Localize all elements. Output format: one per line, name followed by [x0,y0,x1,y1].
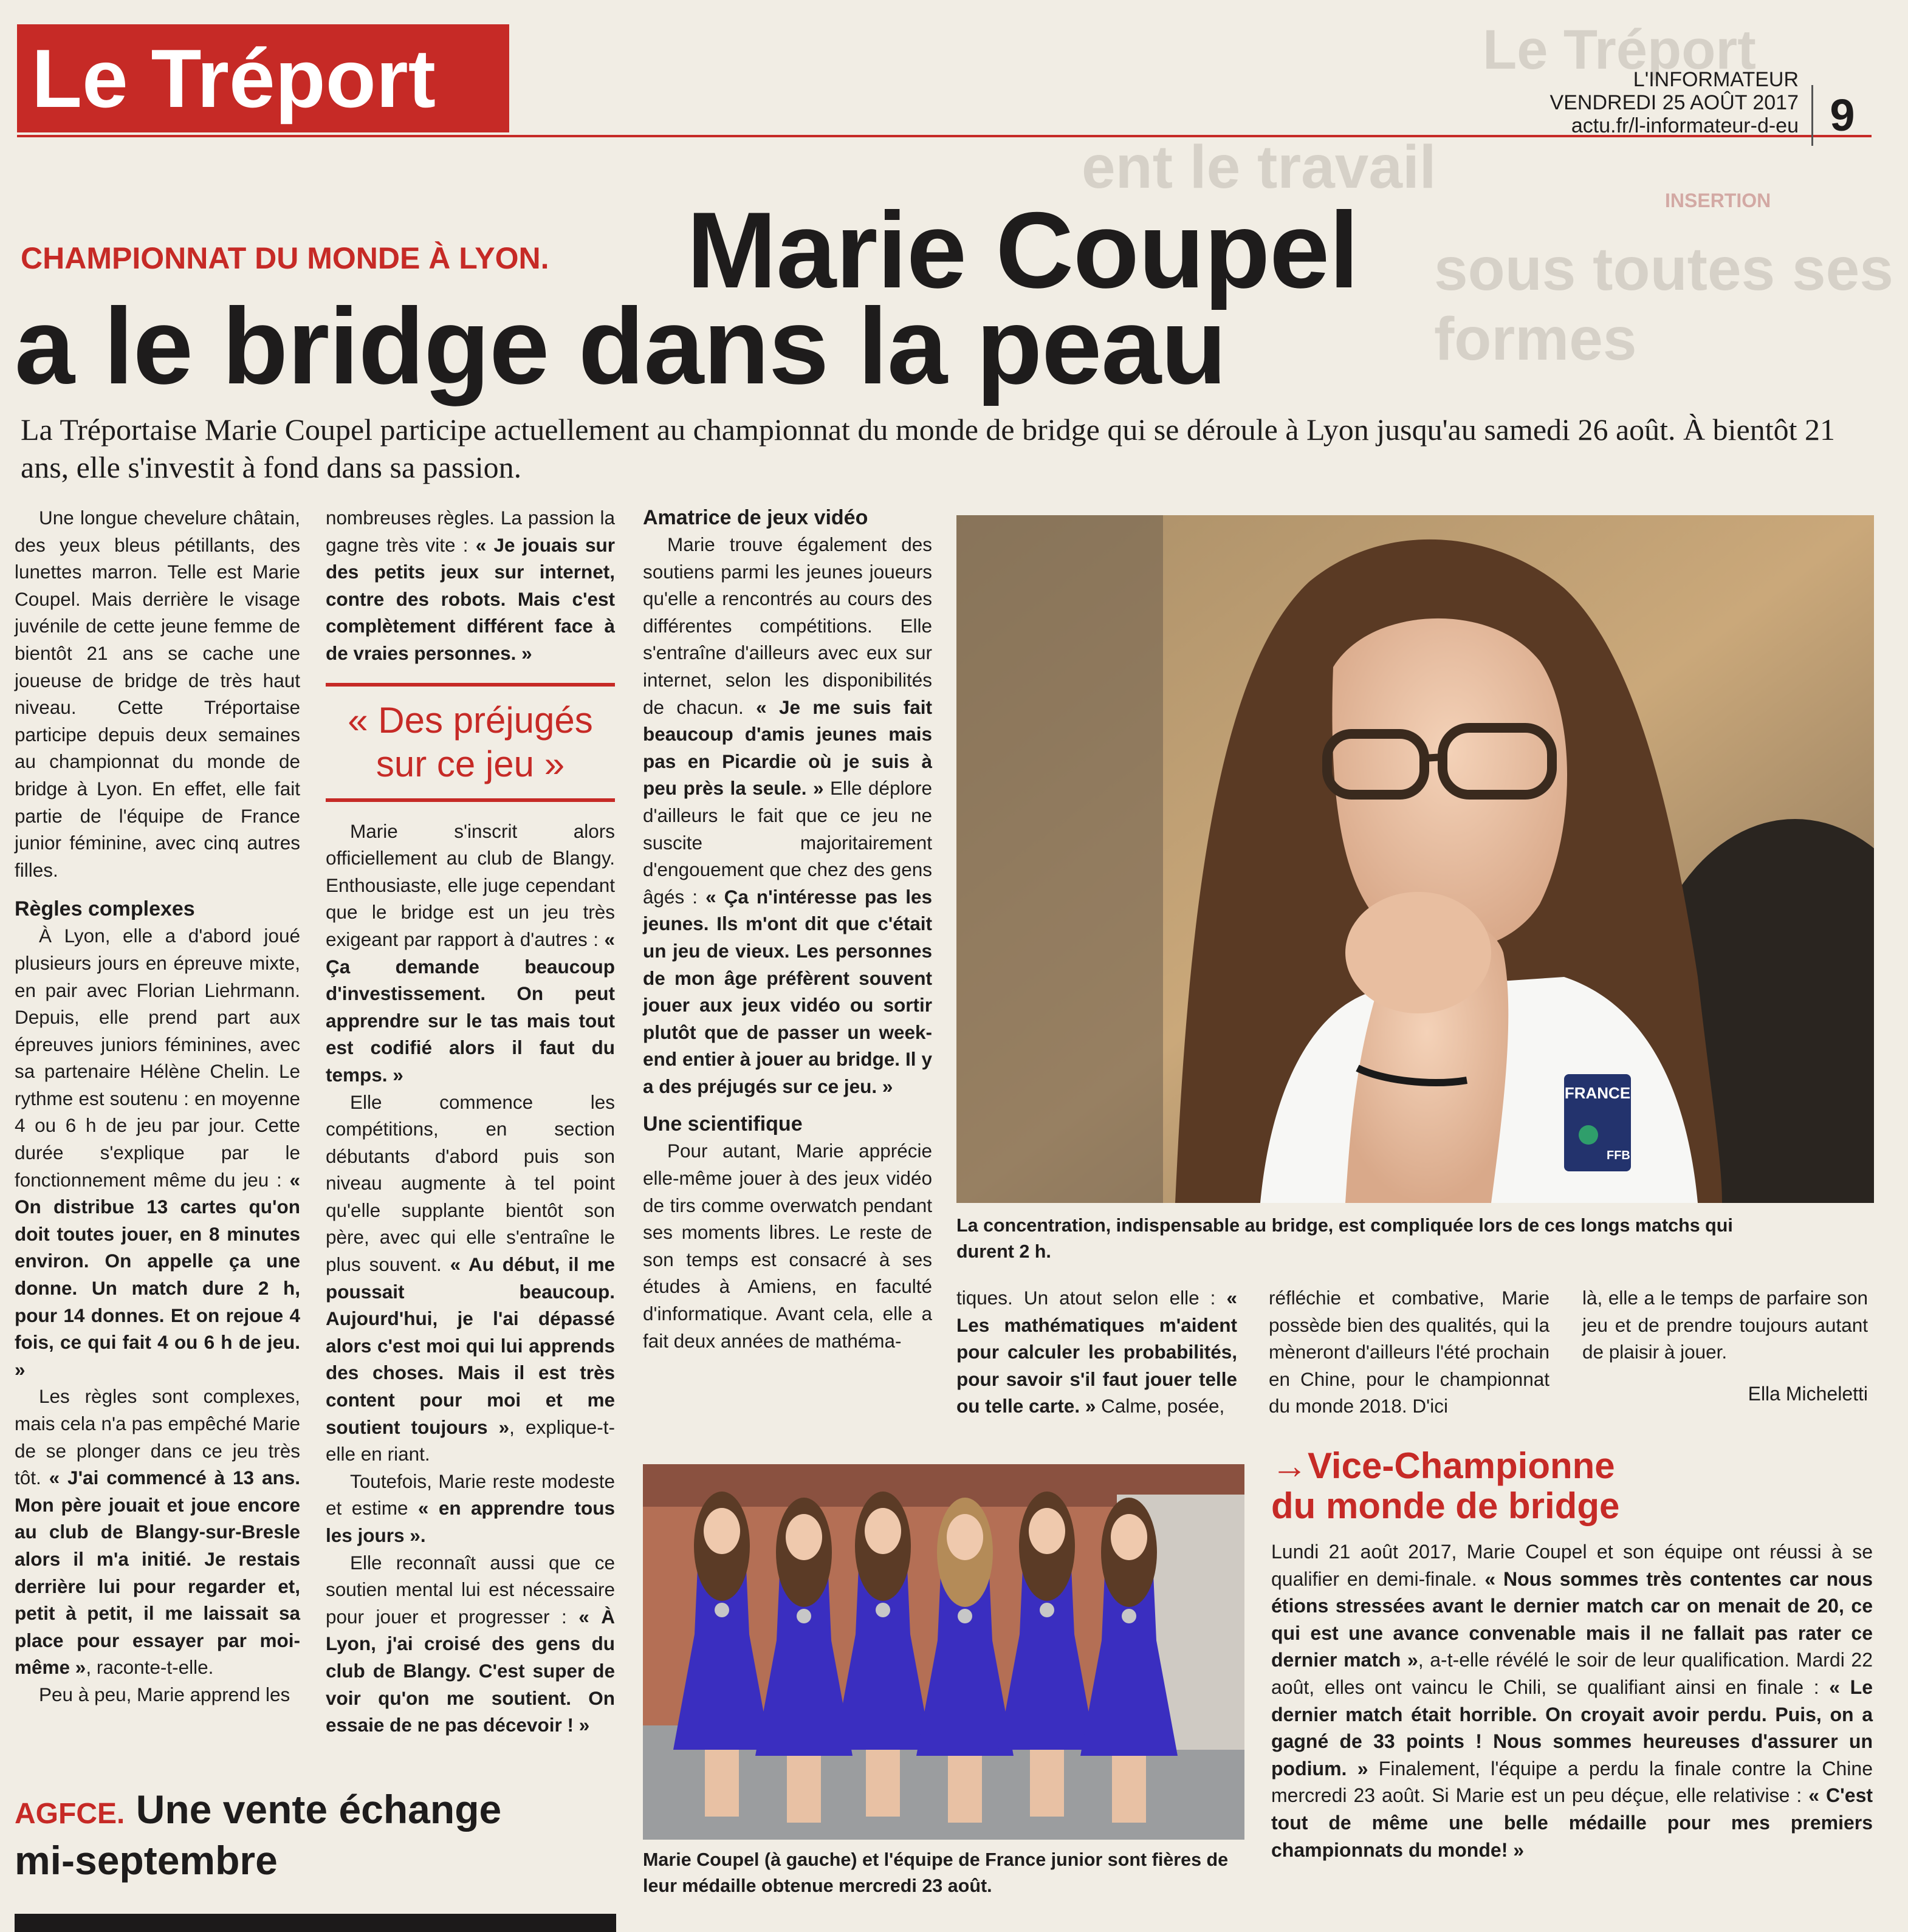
box-body: Lundi 21 août 2017, Marie Coupel et son … [1271,1538,1873,1863]
sidebar-box: →Vice-Championne du monde de bridge Lund… [1271,1446,1873,1863]
paragraph: Marie s'inscrit alors officiellement au … [326,820,615,1086]
paragraph: Pour autant, Marie apprécie elle-même jo… [643,1140,932,1352]
paragraph: Une longue chevelure châtain, des yeux b… [15,507,300,881]
paragraph: là, elle a le temps de parfaire son jeu … [1582,1287,1868,1363]
paragraph: tiques. Un atout selon elle : « Les math… [956,1287,1237,1417]
byline: Ella Micheletti [1748,1382,1868,1405]
teaser: AGFCE. Une vente échange mi-septembre [15,1786,622,1883]
pull-quote: « Des préjugés sur ce jeu » [326,682,615,802]
ghost-text-1: INSERTION [1665,190,1771,211]
portrait-illustration: FRANCE FFB [956,515,1874,1203]
column-2: nombreuses règles. La passion la gagne t… [326,504,615,1739]
article-title-line2: a le bridge dans la peau [15,286,1227,406]
shirt-logo: FFB [1607,1149,1630,1162]
team-photo [643,1464,1244,1840]
paragraph: Elle reconnaît aussi que ce soutien ment… [326,1551,615,1736]
team-illustration [643,1464,1244,1840]
column-6: là, elle a le temps de parfaire son jeu … [1582,1284,1868,1407]
paragraph: Peu à peu, Marie apprend les [39,1683,290,1705]
paragraph: Marie trouve également des soutiens parm… [643,533,933,1097]
arrow-right-icon: → [1271,1445,1308,1486]
paragraph: nombreuses règles. La passion la gagne t… [326,507,615,664]
box-title-line1: →Vice-Championne [1271,1445,1615,1486]
shirt-badge: FRANCE [1565,1084,1630,1102]
portrait-caption: La concentration, indispensable au bridg… [956,1215,1733,1262]
teaser-photo-edge [15,1914,616,1932]
subheading-rules: Règles complexes [15,897,195,921]
teaser-title-line1: AGFCE. Une vente échange [15,1787,502,1832]
paragraph: réfléchie et combative, Marie possède bi… [1269,1287,1549,1417]
issue-date: VENDREDI 25 AOÛT 2017 [1549,91,1799,114]
column-1: Une longue chevelure châtain, des yeux b… [15,504,300,1708]
subheading-scientist: Une scientifique [643,1112,803,1136]
paragraph: Toutefois, Marie reste modeste et estime… [326,1470,615,1546]
paragraph: À Lyon, elle a d'abord joué plusieurs jo… [15,925,300,1380]
paper-name: L'INFORMATEUR [1633,68,1799,91]
team-caption: Marie Coupel (à gauche) et l'équipe de F… [643,1849,1229,1896]
paper-url[interactable]: actu.fr/l-informateur-d-eu [1550,114,1799,137]
page-number: 9 [1811,85,1872,146]
column-5: réfléchie et combative, Marie possède bi… [1269,1284,1549,1420]
teaser-title-line2: mi-septembre [15,1838,278,1883]
section-masthead: Le Tréport [17,24,509,132]
paragraph: Les règles sont complexes, mais cela n'a… [15,1385,300,1679]
article-standfirst: La Tréportaise Marie Coupel participe ac… [21,413,1836,484]
paragraph: Elle commence les compétitions, en secti… [326,1091,616,1465]
column-3: Amatrice de jeux vidéo Marie trouve égal… [643,504,932,1354]
portrait-photo: FRANCE FFB [956,515,1874,1203]
subheading-video-games: Amatrice de jeux vidéo [643,506,868,529]
column-4: tiques. Un atout selon elle : « Les math… [956,1284,1237,1420]
paragraph: Lundi 21 août 2017, Marie Coupel et son … [1271,1541,1873,1861]
article-kicker: CHAMPIONNAT DU MONDE À LYON. [21,241,549,275]
ghost-text-3: sous toutes ses formes [1434,235,1893,373]
box-title-line2: du monde de bridge [1271,1485,1620,1526]
